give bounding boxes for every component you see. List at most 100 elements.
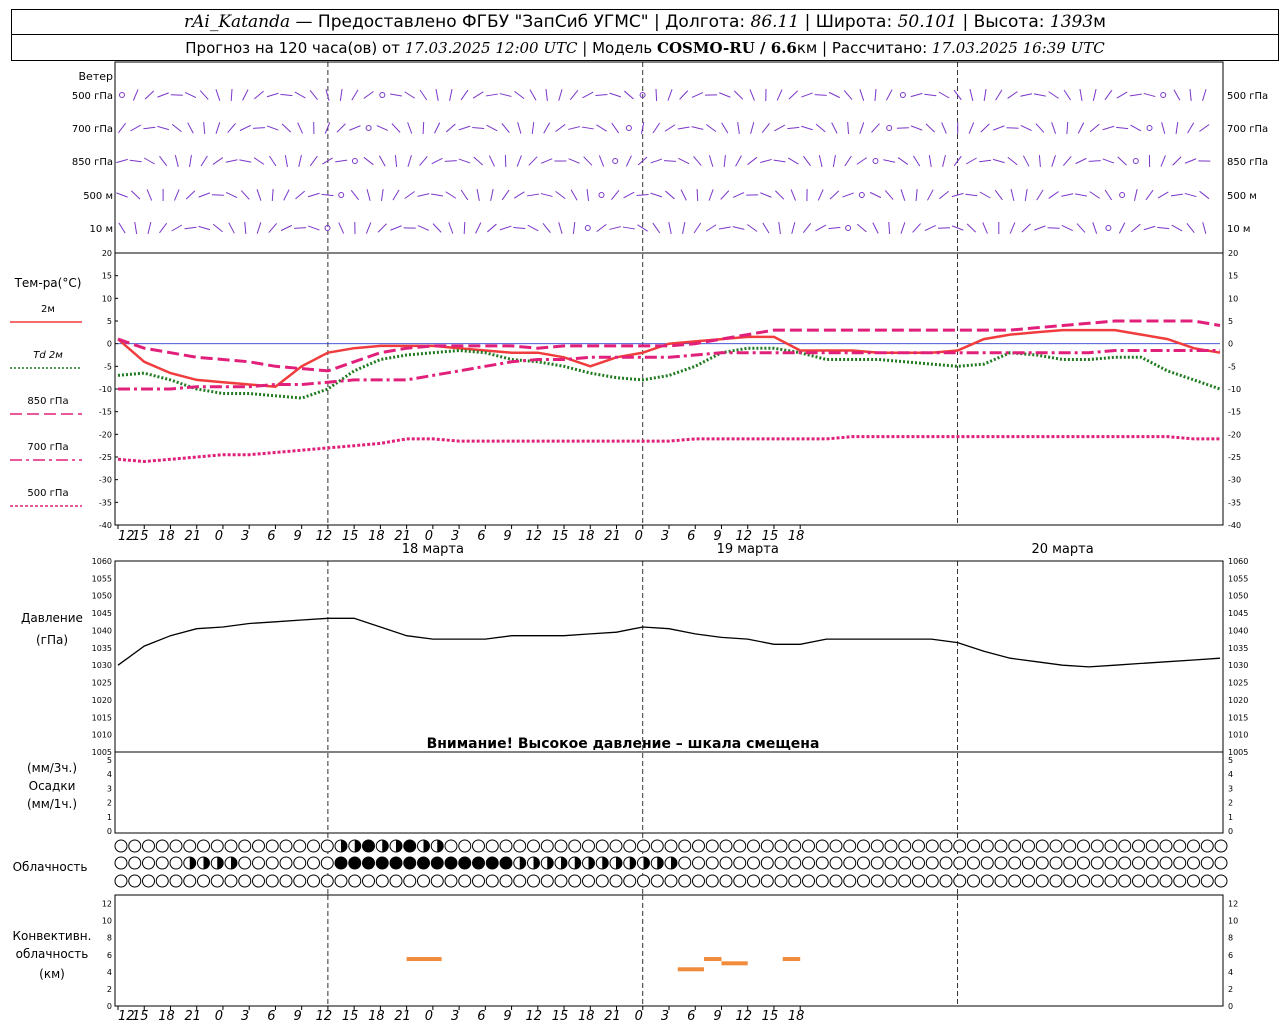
cloud-cover-circle [609,839,623,853]
hour-label-bottom: 21 [394,1009,411,1024]
wind-barb [284,155,288,167]
wind-barb [516,155,522,167]
wind-barb [1130,124,1142,132]
wind-barb [968,122,975,134]
wind-barb [239,159,252,163]
wind-barb [682,222,686,234]
cloud-cover-circle [224,874,238,888]
wind-barb [773,159,786,163]
wind-barb [994,189,1003,201]
wind-barb [815,224,827,232]
wind-barb [212,223,223,233]
cloud-cover-circle [967,839,980,853]
wind-barb [256,222,262,234]
wind-barb [434,122,441,134]
wind-barb [499,225,512,231]
wind-barb [679,90,689,100]
cloud-cover-circle [692,856,705,870]
pressure-axes: 1005 10051010 10101015 10151020 10201025 1025… [92,557,1249,757]
calm-wind-circle [584,225,591,231]
wind-barb [171,224,183,232]
wind-barb [1061,193,1074,197]
cloud-cover-circle [499,874,513,888]
wind-barb [677,126,690,130]
cloud-cover-circle [485,839,499,853]
temp-tick-label: -5 [104,362,112,371]
cloud-cover-circle [197,874,210,888]
precip-tick-label: 0 [107,827,112,836]
temp-tick-label: -35 [99,498,112,507]
wind-barb [307,192,320,198]
wind-barb [378,155,386,167]
wind-barb [611,190,620,200]
cloud-cover-circle [678,874,692,888]
cloud-cover-circle [417,874,430,888]
pressure-tick-label: 1055 [92,574,112,583]
cloud-cover-circle [142,839,155,853]
temp-axes: -40 -40 -35 -35 -30 -30 -25 -25 -20 -20 -15 -15 -10 -… [99,249,1241,530]
wind-level-labels: 500 гПа 500 гПа 700 гПа 700 гПа 850 гПа 850 г… [72,91,1268,235]
temp-tick-label-right: -35 [1228,498,1241,507]
wind-barb [460,89,469,101]
cloud-cover-circle [527,874,540,888]
calm-wind-circle [1160,92,1167,98]
wind-barb [419,156,428,166]
wind-barb [732,192,745,198]
wind-barb [1184,158,1197,164]
wind-barb [189,154,192,168]
conv-title-2: облачность [16,947,89,961]
wind-barb [1116,126,1129,130]
wind-barb [198,225,211,231]
conv-tick-label: 8 [107,934,112,943]
cloud-cover-circle [279,839,293,853]
cloud-cover-circle [1063,839,1077,853]
cloud-cover-circle [1159,839,1173,853]
wind-barb [225,192,238,198]
cloud-cover-circle [252,874,265,888]
wind-barb [802,222,812,234]
wind-barb [636,193,649,197]
wind-barb [159,222,168,234]
wind-barb [309,155,318,167]
cloud-cover-circle [1090,874,1104,888]
wind-barb [215,89,221,101]
wind-barb [1089,123,1100,133]
hour-label-bottom: 3 [451,1009,459,1024]
wind-barb [842,192,854,198]
cloud-cover-circle [994,874,1008,888]
wind-barb [134,221,138,235]
wind-barb [240,190,250,200]
cloud-cover-circle [582,874,595,888]
cloud-cover-circle [747,856,760,870]
cloud-cover-circle [224,839,238,853]
cloud-filled [348,857,361,869]
wind-barb [339,88,343,102]
wind-barb [966,223,977,233]
wind-barb [705,124,717,132]
wind-barb [463,221,466,235]
wind-level-label: 10 м [90,224,113,235]
cloud-cover-circle [1090,839,1104,853]
wind-barb [280,224,293,232]
cloud-cover-circle [1173,874,1187,888]
hour-label: 6 [477,529,485,544]
hour-label-bottom: 6 [687,1009,695,1024]
wind-barb [266,92,279,98]
wind-level-label-right: 10 м [1227,224,1250,235]
cloud-cover-circle [307,874,320,888]
temp-legend: 2м Td 2м 850 гПа 700 гПа 500 гПа [10,304,82,507]
cloud-cover-circle [444,874,458,888]
wind-barb [708,189,714,201]
wind-barb [747,224,758,232]
wind-barb [982,222,988,234]
pressure-line [117,617,1221,668]
wind-barb [422,121,425,135]
wind-barb [445,123,456,133]
conv-cloud-bar [406,957,442,962]
conv-cloud-bar [782,957,801,962]
wind-barb [787,126,800,130]
precip-tick-label-right: 3 [1228,784,1233,793]
wind-barb [831,122,838,134]
wind-barb [377,223,387,233]
temp-tick-label: -40 [99,521,112,530]
